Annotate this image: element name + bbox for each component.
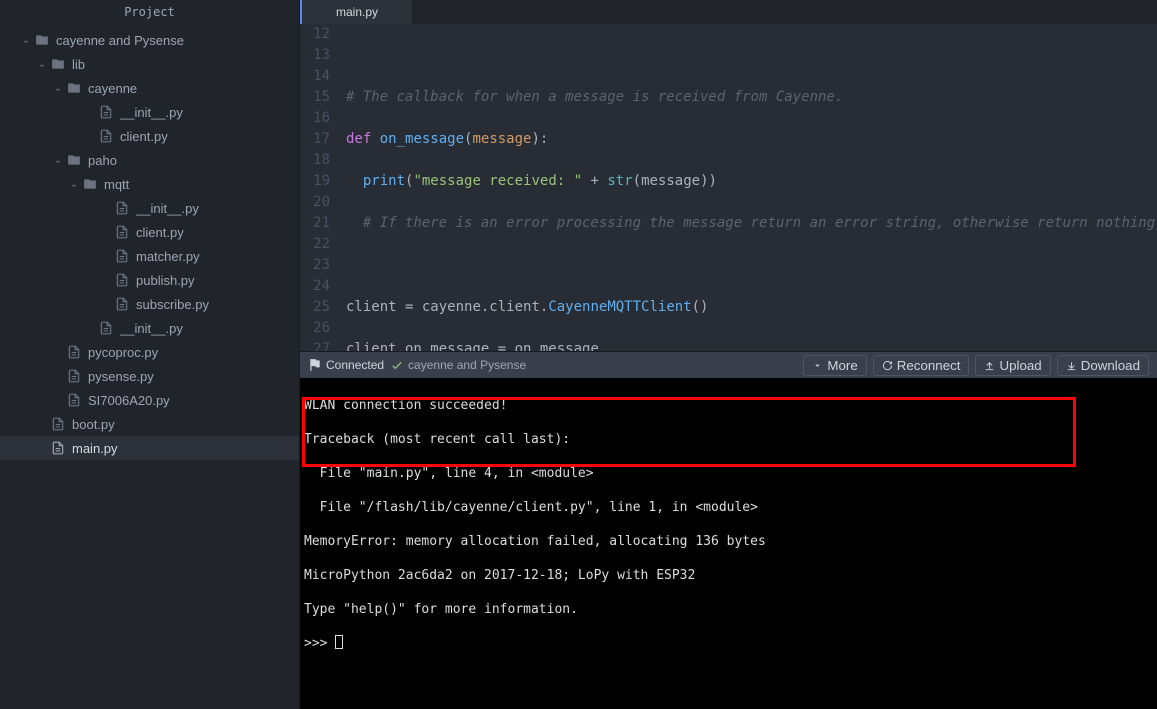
tree-label: cayenne: [88, 81, 137, 96]
tree-label: boot.py: [72, 417, 115, 432]
tree-file-cayenne-init[interactable]: ⌄ __init__.py: [0, 100, 299, 124]
download-label: Download: [1081, 358, 1140, 373]
chevron-down-icon: ⌄: [52, 82, 64, 94]
project-sidebar: Project ⌄ cayenne and Pysense ⌄ lib ⌄ ca…: [0, 0, 300, 709]
download-button[interactable]: Download: [1057, 355, 1149, 376]
tree-file-pycoproc[interactable]: ⌄ pycoproc.py: [0, 340, 299, 364]
check-icon: [390, 358, 404, 372]
folder-icon: [66, 80, 82, 96]
tree-label: paho: [88, 153, 117, 168]
more-label: More: [827, 358, 857, 373]
tab-label: main.py: [336, 5, 378, 19]
tree-file-paho-init[interactable]: ⌄ __init__.py: [0, 316, 299, 340]
tree-label: __init__.py: [120, 321, 183, 336]
upload-button[interactable]: Upload: [975, 355, 1050, 376]
file-icon: [114, 272, 130, 288]
file-icon: [98, 128, 114, 144]
refresh-icon: [882, 360, 893, 371]
tree-label: lib: [72, 57, 85, 72]
project-tree: ⌄ cayenne and Pysense ⌄ lib ⌄ cayenne ⌄: [0, 24, 299, 709]
tree-file-mqtt-init[interactable]: ⌄ __init__.py: [0, 196, 299, 220]
tree-label: publish.py: [136, 273, 195, 288]
folder-icon: [34, 32, 50, 48]
tree-folder-cayenne[interactable]: ⌄ cayenne: [0, 76, 299, 100]
tree-label: pysense.py: [88, 369, 154, 384]
status-project: cayenne and Pysense: [390, 358, 526, 372]
chevron-down-icon: ⌄: [52, 154, 64, 166]
file-icon: [114, 296, 130, 312]
terminal-line: File "main.py", line 4, in <module>: [304, 465, 1153, 482]
tree-file-boot[interactable]: ⌄ boot.py: [0, 412, 299, 436]
terminal-cursor: [335, 635, 343, 649]
status-project-label: cayenne and Pysense: [408, 358, 526, 372]
tree-label: subscribe.py: [136, 297, 209, 312]
folder-icon: [50, 56, 66, 72]
editor-gutter: 121314 151617 181920 212223 242526 27282…: [300, 24, 340, 351]
editor-content[interactable]: # The callback for when a message is rec…: [340, 24, 1157, 351]
code-editor[interactable]: 121314 151617 181920 212223 242526 27282…: [300, 24, 1157, 351]
main-area: main.py 121314 151617 181920 212223 2425…: [300, 0, 1157, 709]
tree-file-mqtt-subscribe[interactable]: ⌄ subscribe.py: [0, 292, 299, 316]
terminal-panel[interactable]: WLAN connection succeeded! Traceback (mo…: [300, 378, 1157, 709]
tree-file-si7006[interactable]: ⌄ SI7006A20.py: [0, 388, 299, 412]
tree-file-main[interactable]: ⌄ main.py: [0, 436, 299, 460]
tree-label: mqtt: [104, 177, 129, 192]
tree-label: __init__.py: [120, 105, 183, 120]
tree-file-cayenne-client[interactable]: ⌄ client.py: [0, 124, 299, 148]
tree-label: client.py: [120, 129, 168, 144]
flag-icon: [308, 358, 322, 372]
reconnect-label: Reconnect: [897, 358, 961, 373]
file-icon: [114, 200, 130, 216]
file-icon: [66, 368, 82, 384]
download-icon: [1066, 360, 1077, 371]
terminal-line: Traceback (most recent call last):: [304, 431, 1153, 448]
tree-folder-paho[interactable]: ⌄ paho: [0, 148, 299, 172]
tree-file-mqtt-publish[interactable]: ⌄ publish.py: [0, 268, 299, 292]
terminal-line: Type "help()" for more information.: [304, 601, 1153, 618]
tree-folder-mqtt[interactable]: ⌄ mqtt: [0, 172, 299, 196]
file-icon: [50, 416, 66, 432]
file-icon: [66, 392, 82, 408]
tree-label: __init__.py: [136, 201, 199, 216]
status-connected: Connected: [308, 358, 384, 372]
file-icon: [98, 320, 114, 336]
file-icon: [50, 440, 66, 456]
tree-label: client.py: [136, 225, 184, 240]
folder-icon: [66, 152, 82, 168]
terminal-line: MemoryError: memory allocation failed, a…: [304, 533, 1153, 550]
more-button[interactable]: More: [803, 355, 866, 376]
tree-file-mqtt-matcher[interactable]: ⌄ matcher.py: [0, 244, 299, 268]
file-icon: [98, 104, 114, 120]
tree-label: cayenne and Pysense: [56, 33, 184, 48]
tree-label: matcher.py: [136, 249, 200, 264]
folder-icon: [82, 176, 98, 192]
tree-label: SI7006A20.py: [88, 393, 170, 408]
file-icon: [66, 344, 82, 360]
chevron-down-icon: ⌄: [36, 58, 48, 70]
chevron-down-icon: ⌄: [20, 34, 32, 46]
chevron-down-icon: ⌄: [68, 178, 80, 190]
tree-label: pycoproc.py: [88, 345, 158, 360]
upload-label: Upload: [999, 358, 1041, 373]
terminal-line: MicroPython 2ac6da2 on 2017-12-18; LoPy …: [304, 567, 1153, 584]
tab-main-py[interactable]: main.py: [300, 0, 412, 24]
file-icon: [114, 248, 130, 264]
tree-folder-lib[interactable]: ⌄ lib: [0, 52, 299, 76]
tree-folder-root[interactable]: ⌄ cayenne and Pysense: [0, 28, 299, 52]
pymakr-toolbar: Connected cayenne and Pysense More Recon…: [300, 351, 1157, 378]
upload-icon: [984, 360, 995, 371]
tab-bar: main.py: [300, 0, 1157, 24]
tree-file-mqtt-client[interactable]: ⌄ client.py: [0, 220, 299, 244]
tree-label: main.py: [72, 441, 118, 456]
terminal-prompt-line: >>>: [304, 635, 1153, 652]
reconnect-button[interactable]: Reconnect: [873, 355, 970, 376]
status-connected-label: Connected: [326, 358, 384, 372]
terminal-line: File "/flash/lib/cayenne/client.py", lin…: [304, 499, 1153, 516]
tree-file-pysense[interactable]: ⌄ pysense.py: [0, 364, 299, 388]
chevron-down-icon: [812, 360, 823, 371]
file-icon: [114, 224, 130, 240]
sidebar-title: Project: [0, 0, 299, 24]
terminal-line: WLAN connection succeeded!: [304, 397, 1153, 414]
